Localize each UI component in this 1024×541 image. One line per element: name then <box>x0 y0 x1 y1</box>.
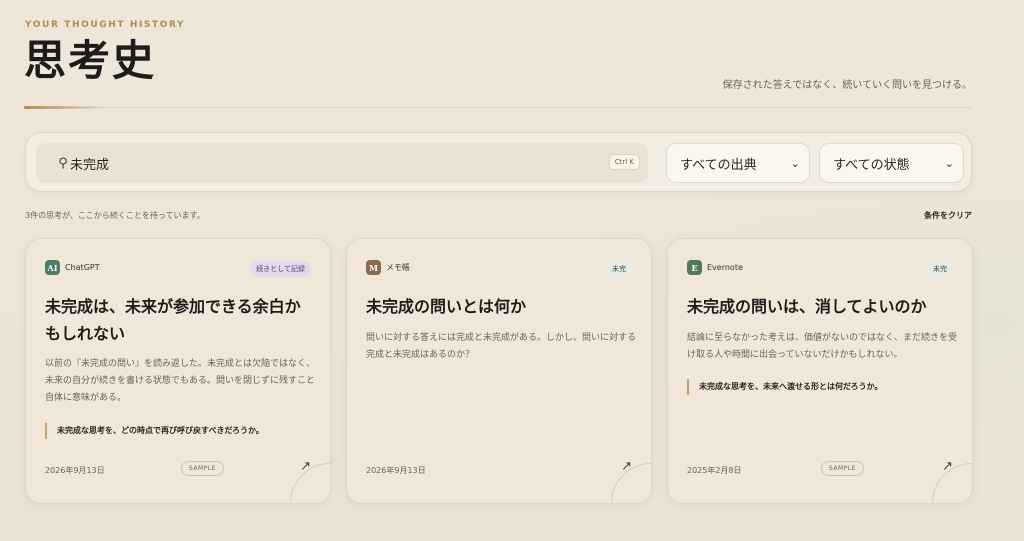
card-title: 未完成の問いとは何か <box>366 297 527 316</box>
card-quote: 未完成な思考を、未来へ渡せる形とは何だろうか。 <box>687 379 955 395</box>
header-divider <box>24 107 972 108</box>
card-date: 2026年9月13日 <box>45 466 105 475</box>
source-badge: AI <box>45 260 60 275</box>
corner-decoration <box>290 463 330 503</box>
card-title: 未完成の問いは、消してよいのか <box>687 297 927 316</box>
results-summary: 3件の思考が、ここから続くことを待っています。 <box>25 211 205 220</box>
status-select-value: すべての状態 <box>833 157 910 173</box>
corner-decoration <box>611 463 651 503</box>
source-select[interactable]: すべての出典 ⌄ <box>666 143 810 183</box>
eyebrow-label: YOUR THOUGHT HISTORY <box>25 20 186 30</box>
corner-decoration <box>932 463 972 503</box>
source-name: メモ帳 <box>386 263 410 272</box>
chevron-down-icon: ⌄ <box>790 156 800 170</box>
status-select[interactable]: すべての状態 ⌄ <box>819 143 964 183</box>
status-badge: 未完 <box>927 261 953 277</box>
source-name: Evernote <box>707 263 743 272</box>
chevron-down-icon: ⌄ <box>944 156 954 170</box>
source-badge: E <box>687 260 702 275</box>
filter-bar: ⚲ 未完成 Ctrl K すべての出典 ⌄ すべての状態 ⌄ <box>25 132 972 192</box>
status-badge: 続きとして記録 <box>250 261 311 277</box>
card-body: 結論に至らなかった考えは、価値がないのではなく、まだ続きを受け取る人や時間に出会… <box>687 333 958 360</box>
page-title: 思考史 <box>24 36 157 85</box>
thought-card[interactable]: AI ChatGPT 続きとして記録 未完成は、未来が参加できる余白かもしれない… <box>25 238 331 504</box>
source-badge: M <box>366 260 381 275</box>
search-input[interactable]: ⚲ 未完成 Ctrl K <box>36 143 648 183</box>
card-date: 2025年2月8日 <box>687 466 742 475</box>
card-quote: 未完成な思考を、どの時点で再び呼び戻すべきだろうか。 <box>45 423 313 439</box>
sample-tag: SAMPLE <box>181 461 224 476</box>
card-date: 2026年9月13日 <box>366 466 426 475</box>
card-body: 以前の『未完成の問い』を読み返した。未完成とは欠陥ではなく、未来の自分が続きを書… <box>45 359 316 403</box>
source-name: ChatGPT <box>65 263 100 272</box>
search-icon: ⚲ <box>58 155 68 171</box>
tagline: 保存された答えではなく、続いていく問いを見つける。 <box>722 80 972 91</box>
clear-filters-button[interactable]: 条件をクリア <box>924 210 972 221</box>
header-divider-accent <box>24 106 106 109</box>
sample-tag: SAMPLE <box>821 461 864 476</box>
thought-card[interactable]: M メモ帳 未完 未完成の問いとは何か 問いに対する答えには完成と未完成がある。… <box>346 238 652 504</box>
source-select-value: すべての出典 <box>680 157 757 173</box>
search-value: 未完成 <box>70 157 110 173</box>
status-badge: 未完 <box>606 261 632 277</box>
card-body: 問いに対する答えには完成と未完成がある。しかし、問いに対する完成と未完成はあるの… <box>366 333 637 360</box>
thought-card[interactable]: E Evernote 未完 未完成の問いは、消してよいのか 結論に至らなかった考… <box>667 238 973 504</box>
card-title: 未完成は、未来が参加できる余白かもしれない <box>45 297 301 343</box>
keyboard-shortcut-hint: Ctrl K <box>608 154 640 170</box>
